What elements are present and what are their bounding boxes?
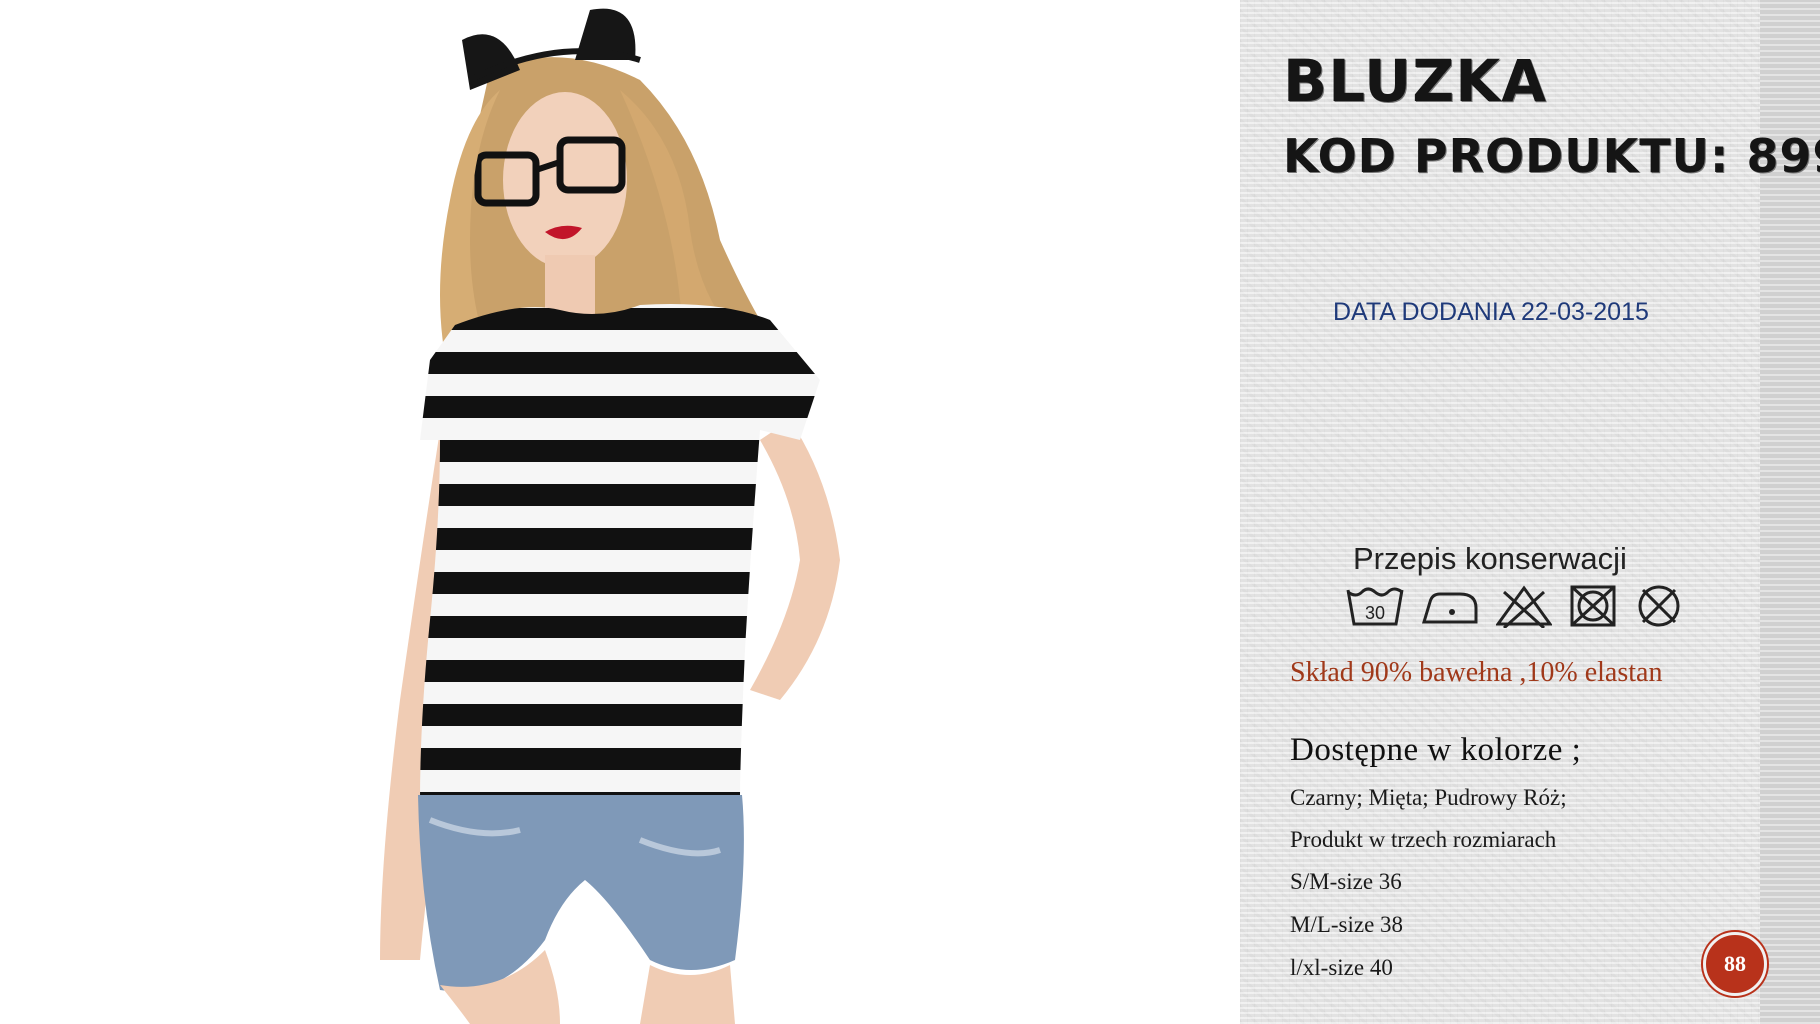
no-tumble-dry-icon: [1570, 585, 1616, 627]
iron-low-icon: [1421, 592, 1478, 624]
sizes-heading: Produkt w trzech rozmiarach: [1290, 827, 1557, 852]
product-code: KOD PRODUKTU: 8996: [1283, 129, 1820, 183]
model-illustration: [380, 8, 840, 1024]
available-colors-heading: Dostępne w kolorze ;: [1290, 732, 1582, 768]
page-number-badge: 88: [1703, 932, 1767, 996]
wash-temperature: 30: [1365, 603, 1385, 623]
no-dry-clean-icon: [1638, 585, 1680, 627]
date-added: DATA DODANIA 22-03-2015: [1333, 298, 1649, 326]
no-bleach-icon: [1496, 585, 1552, 628]
product-photo: [0, 0, 1240, 1024]
wash-30-icon: 30: [1346, 587, 1404, 626]
size-item: M/L-size 38: [1290, 912, 1404, 937]
size-item: S/M-size 36: [1290, 869, 1402, 894]
composition-text: Skład 90% bawełna ,10% elastan: [1290, 657, 1663, 688]
colors-list: Czarny; Mięta; Pudrowy Róż;: [1290, 785, 1567, 810]
care-instructions-title: Przepis konserwacji: [1353, 541, 1627, 576]
product-title: BLUZKA: [1283, 47, 1548, 115]
care-icons: 30: [1346, 584, 1696, 628]
size-item: l/xl-size 40: [1290, 955, 1393, 980]
